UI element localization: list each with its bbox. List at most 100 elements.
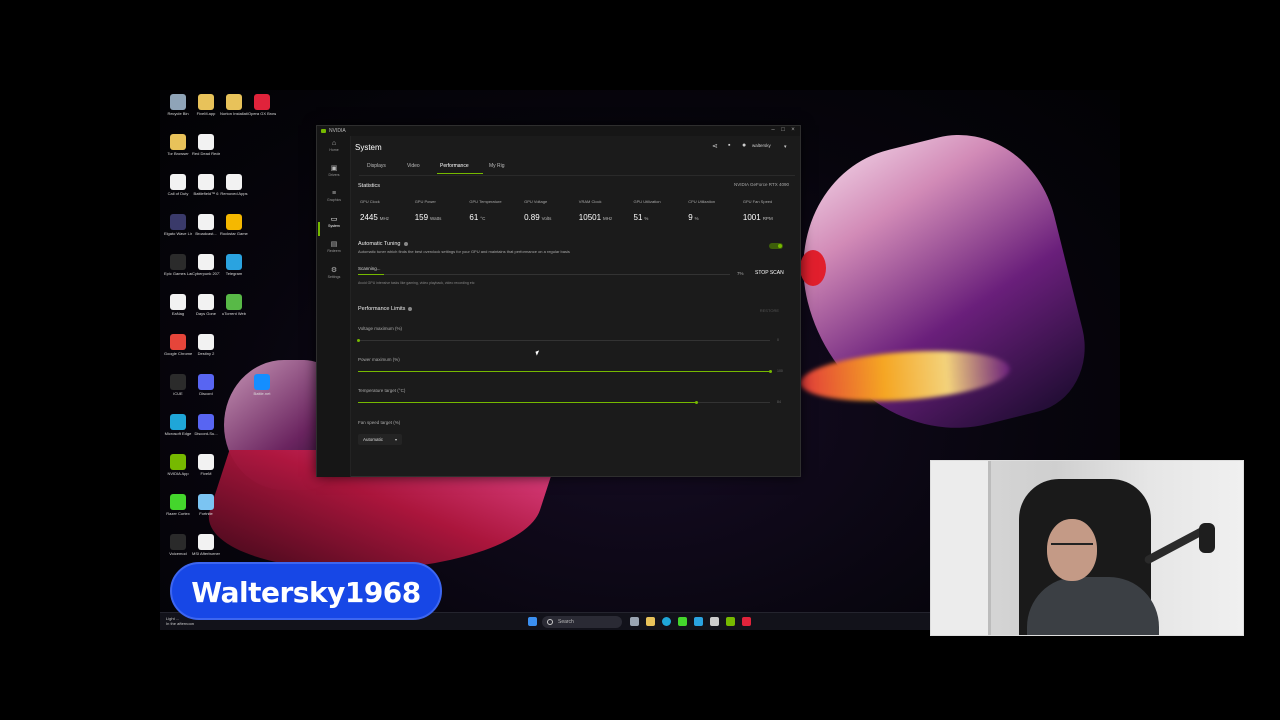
stop-scan-button[interactable]: STOP SCAN	[755, 270, 784, 276]
statistics-title: Statistics	[358, 183, 381, 189]
slider-handle[interactable]	[769, 370, 772, 373]
start-icon[interactable]	[528, 617, 537, 626]
limit-slider[interactable]	[357, 339, 770, 342]
desktop-icon[interactable]: Elgato Wave Link	[164, 214, 192, 236]
slider-label: Voltage maximum (%)	[358, 326, 403, 331]
rail-item-redeem[interactable]: ▤ Redeem	[317, 241, 351, 253]
info-icon[interactable]	[403, 241, 408, 246]
info-icon[interactable]	[408, 306, 413, 311]
chevron-down-icon[interactable]: ▾	[784, 144, 787, 150]
tab-performance[interactable]: Performance	[440, 163, 469, 169]
window-titlebar[interactable]: NVIDIA – □ ×	[317, 126, 800, 136]
desktop-icon[interactable]: Opera GX Browser	[248, 94, 276, 116]
app-icon	[170, 134, 186, 150]
desktop-icon[interactable]: Battlefield™ 6	[192, 174, 220, 196]
desktop-icon-label: FiveM	[200, 471, 212, 476]
desktop-icon-label: Discord-Su...	[194, 431, 218, 436]
desktop-icon[interactable]: Tor Browser	[164, 134, 192, 156]
rail-item-drivers[interactable]: ▣ Drivers	[317, 165, 351, 177]
desktop-icon[interactable]: Microsoft Edge	[164, 414, 192, 436]
tab-video[interactable]: Video	[407, 163, 420, 169]
limit-slider[interactable]	[358, 401, 770, 404]
share-icon[interactable]: ⋖	[712, 142, 718, 150]
desktop-icon[interactable]: MSI Afterburner	[192, 534, 220, 556]
desktop-icon[interactable]: uTorrent Web	[220, 294, 248, 316]
app-icon	[198, 534, 214, 550]
rail-item-graphics[interactable]: ≡ Graphics	[317, 190, 351, 202]
user-name[interactable]: waltersky	[752, 143, 771, 148]
file-explorer-icon[interactable]	[646, 617, 655, 626]
desktop-icon-label: MSI Afterburner	[192, 551, 220, 556]
minimize-icon[interactable]: –	[768, 127, 778, 133]
rail-item-home[interactable]: ⌂ Home	[317, 140, 351, 152]
slider-value: 100	[777, 369, 783, 373]
task-view-icon[interactable]	[630, 617, 639, 626]
desktop-icon[interactable]: Destiny 2	[192, 334, 220, 356]
stat-unit: MHz	[379, 216, 390, 221]
desktop-icon[interactable]: EaNag	[164, 294, 192, 316]
feedback-icon[interactable]: ▪	[728, 142, 730, 149]
desktop-icon[interactable]: Razer Cortex	[164, 494, 192, 516]
auto-tuning-toggle[interactable]	[769, 243, 783, 249]
app-icon	[170, 254, 186, 270]
rail-item-settings[interactable]: ⚙ Settings	[317, 267, 351, 279]
desktop-icon[interactable]: Call of Duty	[164, 174, 192, 196]
desktop-icon-label: Fortnite	[199, 511, 213, 516]
close-icon[interactable]: ×	[788, 127, 798, 133]
desktop-icon[interactable]: Voicemod	[164, 534, 192, 556]
taskbar-search[interactable]: Search	[542, 616, 622, 628]
edge-icon[interactable]	[662, 617, 671, 626]
desktop-icon[interactable]: Epic Games Launcher	[164, 254, 192, 276]
nvidia-app-icon[interactable]	[726, 617, 735, 626]
desktop-icon[interactable]: Telegram	[220, 254, 248, 276]
restore-button[interactable]: RESTORE	[760, 308, 779, 313]
desktop-icon[interactable]: Broadcast...	[192, 214, 220, 236]
performance-panel: Statistics NVIDIA GeForce RTX 4090 GPU C…	[357, 178, 793, 468]
fan-mode-dropdown[interactable]: Automatic ▾	[358, 434, 402, 445]
desktop-icon[interactable]: Rockstar Games...	[220, 214, 248, 236]
stat-label: GPU Clock	[360, 199, 380, 204]
desktop-icon[interactable]: Recycle Bin	[164, 94, 192, 116]
nav-rail: ⌂ Home ▣ Drivers ≡ Graphics ▭ System ▤ R…	[317, 136, 351, 477]
desktop-icon[interactable]: FiveM.app	[192, 94, 220, 116]
desktop-icon[interactable]: Discord	[192, 374, 220, 396]
stat-value: 1001	[742, 213, 761, 222]
desktop-icon[interactable]: Days Gone	[192, 294, 220, 316]
avatar[interactable]: ●	[742, 142, 746, 149]
desktop-icon[interactable]: Battle.net	[248, 374, 276, 396]
slider-label: Temperature target (°C)	[358, 388, 406, 393]
desktop-icon[interactable]: Google Chrome	[164, 334, 192, 356]
desktop-icon[interactable]: Cyberpunk 2077	[192, 254, 220, 276]
store-icon[interactable]	[694, 617, 703, 626]
app-icon	[170, 174, 186, 190]
razer-icon[interactable]	[678, 617, 687, 626]
desktop-icon[interactable]: Removed Apps	[220, 174, 248, 196]
app-icon	[198, 454, 214, 470]
stat-label: GPU Power	[414, 199, 436, 204]
slider-label: Power maximum (%)	[358, 357, 400, 362]
desktop-icon[interactable]: FiveM	[192, 454, 220, 476]
desktop-icon[interactable]: Red Dead Redempti...	[192, 134, 220, 156]
desktop-icon-label: Tor Browser	[167, 151, 189, 156]
desktop-icon-label: Telegram	[225, 271, 243, 276]
tab-displays[interactable]: Displays	[367, 163, 386, 169]
opera-icon[interactable]	[742, 617, 751, 626]
desktop-icon[interactable]: iCUE	[164, 374, 192, 396]
app-icon	[170, 214, 186, 230]
desktop-icon[interactable]: NVIDIA App	[164, 454, 192, 476]
app-icon	[198, 414, 214, 430]
desktop-icon[interactable]: Fortnite	[192, 494, 220, 516]
tab-my-rig[interactable]: My Rig	[489, 163, 505, 169]
app-icon[interactable]	[710, 617, 719, 626]
slider-handle[interactable]	[694, 401, 698, 404]
desktop-icon-label: Epic Games Launcher	[164, 271, 192, 276]
limit-slider[interactable]	[358, 370, 772, 373]
app-icon	[254, 94, 270, 110]
rail-item-system[interactable]: ▭ System	[317, 216, 351, 228]
desktop-icon-label: Call of Duty	[167, 191, 189, 196]
maximize-icon[interactable]: □	[778, 127, 788, 133]
slider-handle[interactable]	[357, 339, 360, 342]
gpu-name: NVIDIA GeForce RTX 4090	[734, 182, 789, 187]
desktop-icon[interactable]: Norton Installati...	[220, 94, 248, 116]
desktop-icon[interactable]: Discord-Su...	[192, 414, 220, 436]
